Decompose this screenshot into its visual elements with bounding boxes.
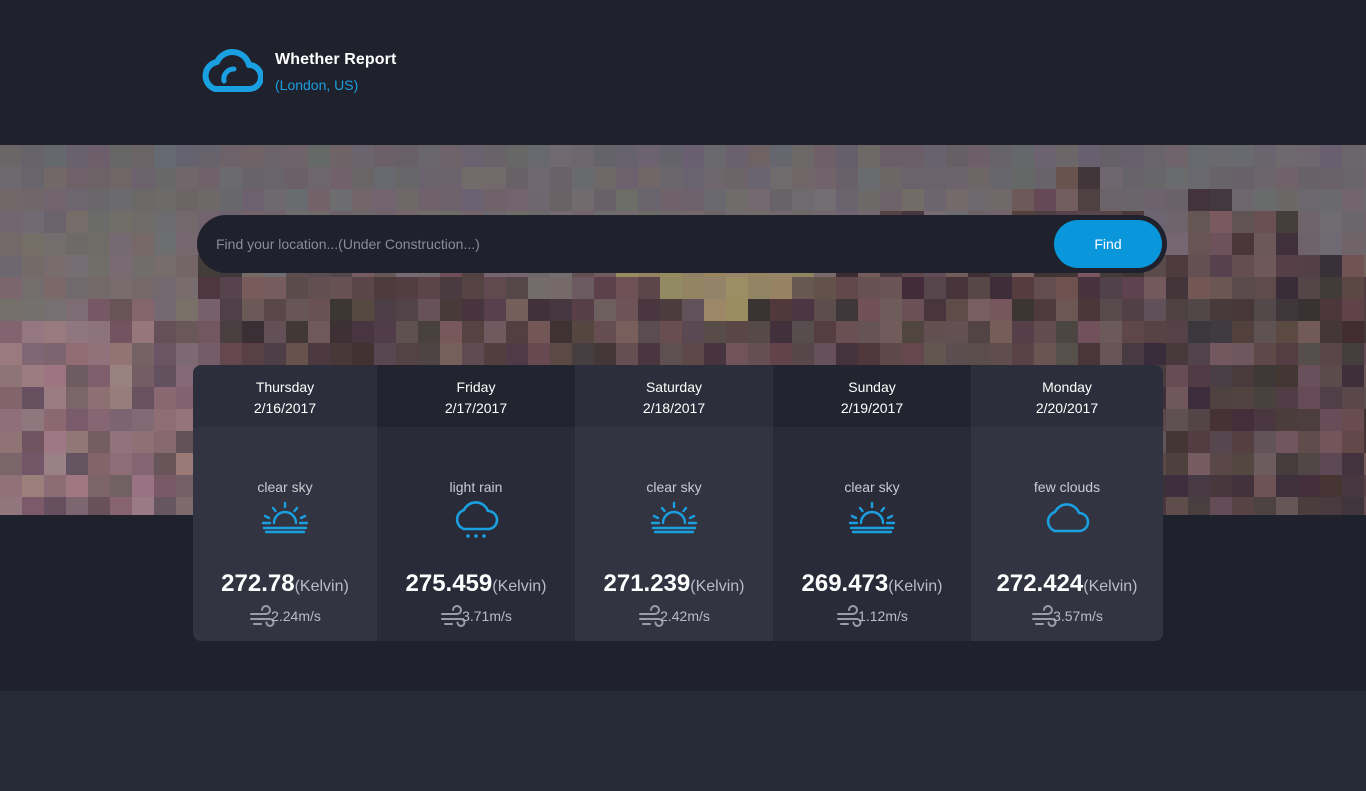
rain-cloud-icon [455,501,499,538]
forecast-day-card: Saturday 2/18/2017 clear sky 271.239(Kelv… [575,365,773,641]
temperature-unit: (Kelvin) [888,578,943,595]
day-date: 2/19/2017 [840,400,904,416]
weather-description: clear sky [646,479,702,495]
temperature-value: 275.459 [405,570,493,597]
day-date: 2/20/2017 [1035,400,1099,416]
weather-description: few clouds [1033,479,1101,495]
wind-speed: 1.12m/s [773,604,971,628]
temperature-unit: (Kelvin) [294,578,349,595]
temperature-unit: (Kelvin) [690,578,745,595]
forecast-day-card: Monday 2/20/2017 few clouds 272.424(Kelvi… [971,365,1163,641]
brand: Whether Report (London, US) [197,48,396,94]
temperature: 272.424(Kelvin) [971,570,1163,598]
day-name: Monday [1042,379,1092,395]
day-date: 2/16/2017 [253,400,317,416]
temperature-value: 269.473 [801,570,889,597]
forecast-day-card: Sunday 2/19/2017 clear sky 269.473(Kelvin… [773,365,971,641]
search-bar: Find [197,215,1167,273]
day-date: 2/17/2017 [444,400,508,416]
footer-area [0,691,1366,791]
temperature: 269.473(Kelvin) [773,570,971,598]
weather-description: clear sky [257,479,313,495]
wind-speed-value: 3.71m/s [462,608,512,624]
app-title: Whether Report [275,51,397,68]
sunrise-icon [848,501,896,534]
wind-speed: 3.57m/s [971,604,1163,628]
day-name: Sunday [848,379,896,395]
wind-speed-value: 2.24m/s [271,608,321,624]
forecast-day-card: Friday 2/17/2017 light rain 275.459(Kelvi… [377,365,575,641]
weather-description: light rain [449,479,503,495]
header-bar: Whether Report (London, US) [0,0,1366,145]
wind-speed-value: 3.57m/s [1053,608,1103,624]
location-search-input[interactable] [197,215,1054,273]
temperature-value: 272.424 [996,570,1084,597]
day-name: Friday [456,379,496,395]
cloud-icon [1046,503,1090,533]
location-label: (London, US) [275,77,359,93]
temperature-value: 271.239 [603,570,691,597]
sunrise-icon [650,501,698,534]
temperature-unit: (Kelvin) [1083,578,1138,595]
wind-speed-value: 2.42m/s [660,608,710,624]
wind-speed: 2.24m/s [193,604,377,628]
day-name: Thursday [255,379,315,395]
wind-speed: 3.71m/s [377,604,575,628]
find-button[interactable]: Find [1054,220,1162,268]
temperature: 272.78(Kelvin) [193,570,377,598]
temperature-value: 272.78 [221,570,295,597]
cloud-icon [202,49,263,92]
wind-speed: 2.42m/s [575,604,773,628]
sunrise-icon [261,501,309,534]
wind-speed-value: 1.12m/s [858,608,908,624]
day-name: Saturday [645,379,703,395]
day-date: 2/18/2017 [642,400,706,416]
forecast-day-card: Thursday 2/16/2017 clear sky 272.78(Kelvi… [193,365,377,641]
temperature: 271.239(Kelvin) [575,570,773,598]
temperature: 275.459(Kelvin) [377,570,575,598]
temperature-unit: (Kelvin) [492,578,547,595]
weather-description: clear sky [844,479,900,495]
forecast-panel: Thursday 2/16/2017 clear sky 272.78(Kelvi… [193,365,1163,641]
